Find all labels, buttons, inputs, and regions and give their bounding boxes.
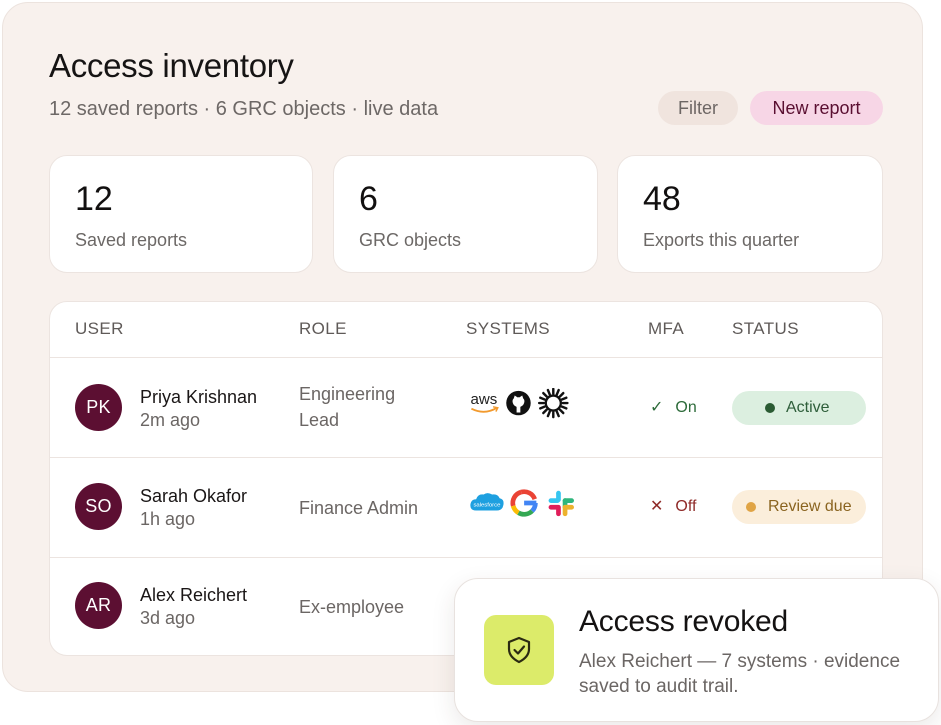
status-dot-icon xyxy=(765,403,775,413)
stat-label: Exports this quarter xyxy=(643,230,800,250)
stat-card-grc-objects: 6 GRC objects xyxy=(333,155,598,273)
avatar: PK xyxy=(75,384,122,431)
status-badge: Review due xyxy=(732,490,866,524)
user-role: Ex-employee xyxy=(299,597,405,617)
status-label: Review due xyxy=(768,498,852,515)
column-header-systems[interactable]: SYSTEMS xyxy=(466,319,550,339)
stat-card-exports: 48 Exports this quarter xyxy=(617,155,883,273)
avatar: AR xyxy=(75,582,122,629)
user-name: Alex Reichert xyxy=(140,585,248,605)
stat-label: GRC objects xyxy=(359,230,462,250)
status-label: Active xyxy=(786,399,830,416)
stat-label: Saved reports xyxy=(75,230,188,250)
stat-value: 48 xyxy=(643,180,681,218)
mfa-label: Off xyxy=(675,498,697,515)
column-header-mfa[interactable]: MFA xyxy=(648,319,684,339)
filter-button[interactable]: Filter xyxy=(658,91,738,125)
stat-card-saved-reports: 12 Saved reports xyxy=(49,155,313,273)
avatar: SO xyxy=(75,483,122,530)
toast-message: Alex Reichert — 7 systems · evidence sav… xyxy=(579,651,901,697)
mfa-indicator: ✓ On xyxy=(650,397,697,417)
systems-icons: salesforce xyxy=(470,489,574,517)
mfa-indicator: ✕ Off xyxy=(650,496,696,516)
column-header-user[interactable]: USER xyxy=(75,319,124,339)
close-icon: ✕ xyxy=(650,498,664,515)
github-logo-icon xyxy=(506,390,531,416)
table-row[interactable]: PK Priya Krishnan 2m ago Engineering Lea… xyxy=(50,357,882,458)
svg-text:aws: aws xyxy=(470,391,497,408)
new-report-button[interactable]: New report xyxy=(750,91,883,125)
user-last-seen: 3d ago xyxy=(140,608,196,628)
user-role: Engineering Lead xyxy=(299,384,396,430)
user-name: Priya Krishnan xyxy=(140,387,258,407)
systems-icons: aws xyxy=(470,388,569,419)
google-logo-icon xyxy=(510,489,538,517)
user-last-seen: 2m ago xyxy=(140,410,201,430)
table-row[interactable]: SO Sarah Okafor 1h ago Finance Admin sal… xyxy=(50,457,882,558)
status-badge: Active xyxy=(732,391,866,425)
toast-title: Access revoked xyxy=(579,605,788,638)
user-name: Sarah Okafor xyxy=(140,486,248,506)
stat-value: 12 xyxy=(75,180,113,218)
access-revoked-toast: Access revoked Alex Reichert — 7 systems… xyxy=(454,578,939,722)
column-header-role[interactable]: ROLE xyxy=(299,319,347,339)
status-dot-icon xyxy=(746,502,756,512)
stat-value: 6 xyxy=(359,180,378,218)
mfa-label: On xyxy=(675,399,697,416)
user-role: Finance Admin xyxy=(299,498,419,518)
salesforce-logo-icon: salesforce xyxy=(470,493,504,511)
sunburst-logo-icon xyxy=(537,388,569,419)
column-header-status[interactable]: STATUS xyxy=(732,319,799,339)
user-last-seen: 1h ago xyxy=(140,509,196,529)
aws-logo-icon: aws xyxy=(470,391,499,413)
page-subtitle: 12 saved reports · 6 GRC objects · live … xyxy=(49,98,439,120)
slack-logo-icon xyxy=(548,490,574,517)
shield-check-icon xyxy=(484,615,554,685)
check-icon: ✓ xyxy=(650,399,664,416)
page-title: Access inventory xyxy=(49,47,294,84)
svg-text:salesforce: salesforce xyxy=(473,502,501,508)
